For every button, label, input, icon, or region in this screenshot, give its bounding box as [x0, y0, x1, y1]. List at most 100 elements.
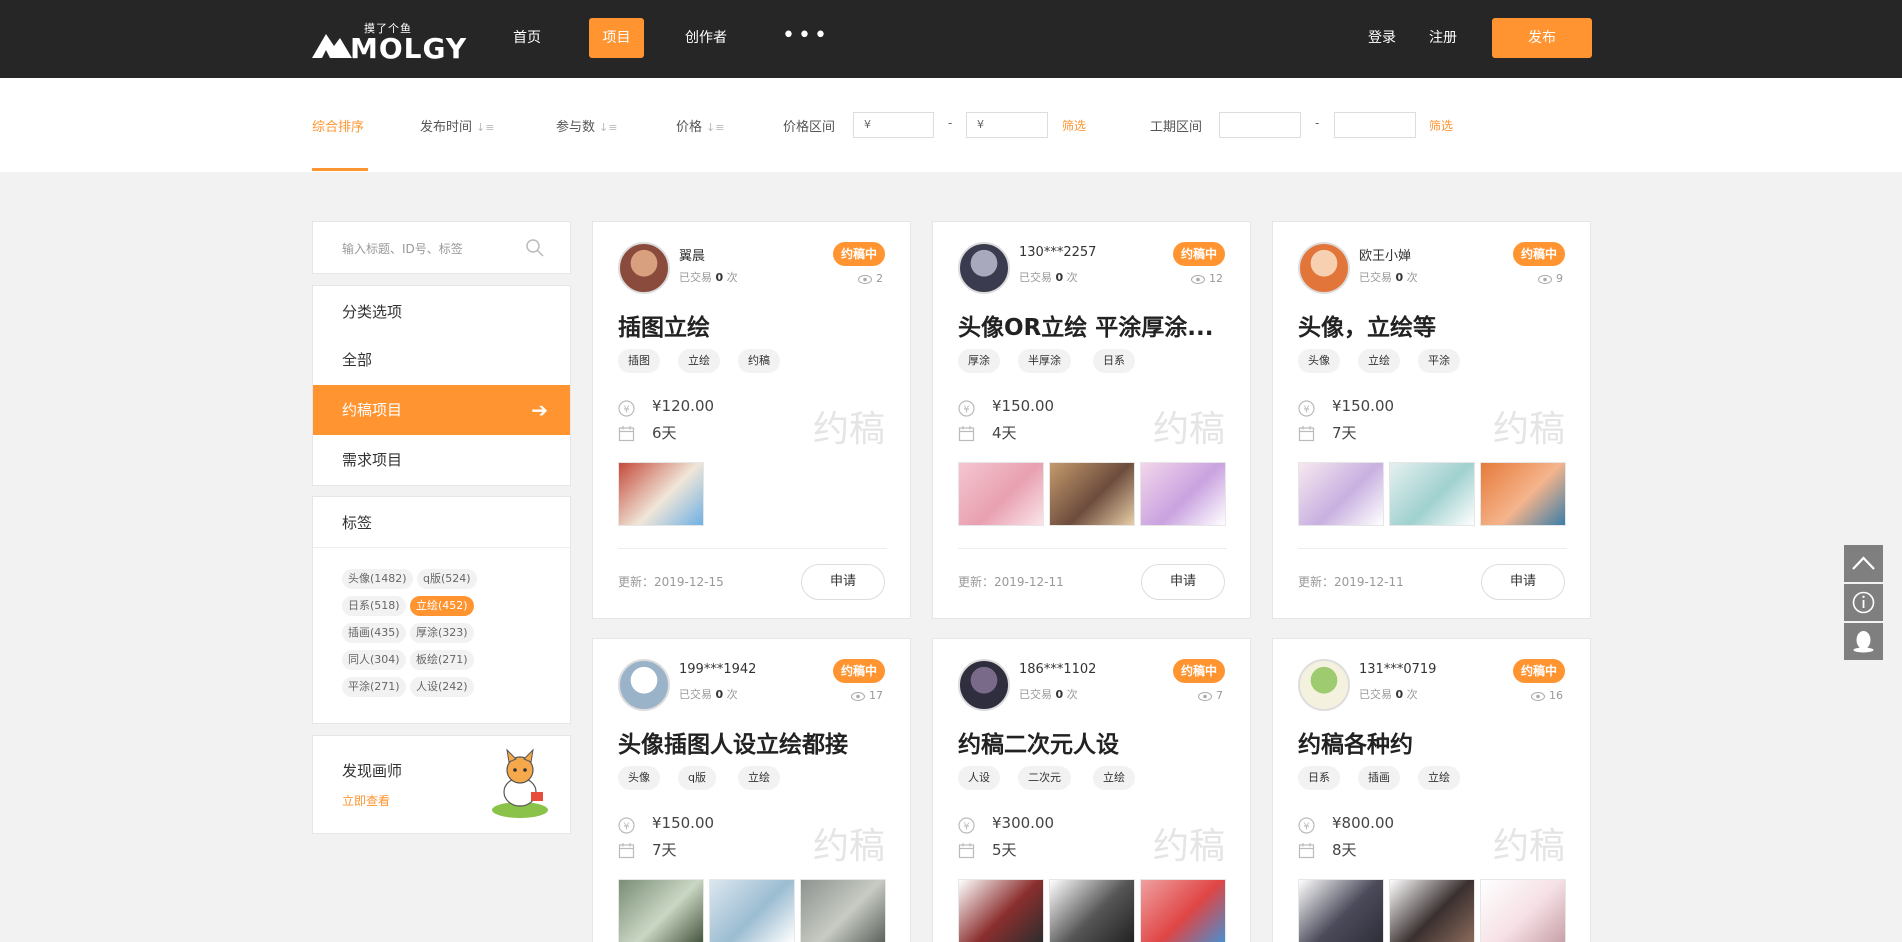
price-min-input[interactable]: ¥	[853, 112, 934, 138]
sample-thumbnail[interactable]	[958, 879, 1044, 942]
project-title[interactable]: 头像OR立绘 平涂厚涂...	[958, 308, 1228, 342]
duration-filter-button[interactable]: 筛选	[1429, 117, 1453, 134]
more-menu-icon[interactable]: •••	[782, 18, 830, 58]
project-card[interactable]: 199***1942 已交易 0 次 约稿中 17 头像插图人设立绘都接 头像 q版 立绘 ¥ ¥…	[592, 638, 911, 942]
project-tag[interactable]: 半厚涂	[1018, 349, 1071, 373]
project-tag[interactable]: 立绘	[1418, 766, 1460, 790]
nav-creators[interactable]: 创作者	[684, 18, 728, 58]
avatar[interactable]	[1298, 242, 1350, 294]
sample-thumbnail[interactable]	[1140, 462, 1226, 526]
sample-thumbnail[interactable]	[618, 462, 704, 526]
project-title[interactable]: 头像插图人设立绘都接	[618, 725, 888, 759]
back-to-top-button[interactable]	[1844, 545, 1883, 582]
username[interactable]: 翼晨	[679, 245, 705, 264]
sample-thumbnail[interactable]	[1480, 462, 1566, 526]
tag-filter[interactable]: 同人(304)	[342, 650, 406, 670]
project-card[interactable]: 131***0719 已交易 0 次 约稿中 16 约稿各种约 日系 插画 立绘 ¥ ¥800.0…	[1272, 638, 1591, 942]
sort-by-price[interactable]: 价格 ↓≡	[676, 116, 724, 135]
project-title[interactable]: 头像，立绘等	[1298, 308, 1568, 342]
apply-button[interactable]: 申请	[1481, 564, 1565, 600]
sample-thumbnail[interactable]	[1298, 879, 1384, 942]
username[interactable]: 199***1942	[679, 662, 756, 677]
project-tag[interactable]: 插图	[618, 349, 660, 373]
apply-button[interactable]: 申请	[1141, 564, 1225, 600]
category-all[interactable]: 全部	[313, 335, 570, 385]
avatar[interactable]	[1298, 659, 1350, 711]
sample-thumbnail[interactable]	[1049, 462, 1135, 526]
price-max-input[interactable]: ¥	[966, 112, 1048, 138]
sample-thumbnail[interactable]	[1480, 879, 1566, 942]
search-box[interactable]: 输入标题、ID号、标签	[312, 221, 571, 274]
price-filter-button[interactable]: 筛选	[1062, 117, 1086, 134]
project-tag[interactable]: 插画	[1358, 766, 1400, 790]
search-input[interactable]: 输入标题、ID号、标签	[342, 240, 463, 257]
discover-link[interactable]: 立即查看	[342, 792, 390, 809]
category-request[interactable]: 需求项目	[313, 435, 570, 485]
project-tag[interactable]: 日系	[1298, 766, 1340, 790]
project-tag[interactable]: 立绘	[678, 349, 720, 373]
project-title[interactable]: 约稿各种约	[1298, 725, 1568, 759]
publish-button[interactable]: 发布	[1492, 18, 1592, 58]
project-card[interactable]: 欧王小婵 已交易 0 次 约稿中 9 头像，立绘等 头像 立绘 平涂 ¥ ¥150.00 7天 约稿更…	[1272, 221, 1591, 619]
discover-artists-panel[interactable]: 发现画师 立即查看	[312, 735, 571, 834]
sort-by-time[interactable]: 发布时间 ↓≡	[420, 116, 494, 135]
project-title[interactable]: 约稿二次元人设	[958, 725, 1228, 759]
sample-thumbnail[interactable]	[958, 462, 1044, 526]
login-link[interactable]: 登录	[1366, 18, 1398, 58]
project-tag[interactable]: 立绘	[738, 766, 780, 790]
sample-thumbnail[interactable]	[618, 879, 704, 942]
avatar[interactable]	[958, 659, 1010, 711]
sample-thumbnail[interactable]	[1298, 462, 1384, 526]
nav-projects[interactable]: 项目	[589, 18, 644, 58]
project-tag[interactable]: 平涂	[1418, 349, 1460, 373]
tag-filter[interactable]: 日系(518)	[342, 596, 406, 616]
sample-thumbnail[interactable]	[1389, 879, 1475, 942]
sample-thumbnail[interactable]	[709, 879, 795, 942]
search-icon[interactable]	[525, 238, 545, 258]
sample-thumbnail[interactable]	[1049, 879, 1135, 942]
project-card[interactable]: 翼晨 已交易 0 次约稿中 2 插图立绘 插图 立绘 约稿 ¥ ¥120.00 6天 约稿 更新：20…	[592, 221, 911, 619]
project-tag[interactable]: 头像	[1298, 349, 1340, 373]
project-tag[interactable]: 厚涂	[958, 349, 1000, 373]
tag-filter[interactable]: 头像(1482)	[342, 569, 413, 589]
tag-filter[interactable]: 人设(242)	[410, 677, 474, 697]
category-commission[interactable]: 约稿项目 ➔	[313, 385, 570, 435]
register-link[interactable]: 注册	[1427, 18, 1459, 58]
tag-filter[interactable]: 平涂(271)	[342, 677, 406, 697]
project-tag[interactable]: 人设	[958, 766, 1000, 790]
tag-filter[interactable]: 板绘(271)	[410, 650, 474, 670]
qq-contact-button[interactable]	[1844, 623, 1883, 660]
sample-thumbnail[interactable]	[1140, 879, 1226, 942]
project-tag[interactable]: 日系	[1093, 349, 1135, 373]
sample-thumbnail[interactable]	[800, 879, 886, 942]
project-card[interactable]: 186***1102 已交易 0 次 约稿中 7 约稿二次元人设 人设 二次元 立绘 ¥ ¥300…	[932, 638, 1251, 942]
sample-thumbnail[interactable]	[1389, 462, 1475, 526]
avatar[interactable]	[618, 242, 670, 294]
site-logo[interactable]: 摸了个鱼 MOLGY	[312, 20, 466, 65]
duration-min-input[interactable]	[1219, 112, 1301, 138]
tag-filter[interactable]: 厚涂(323)	[410, 623, 474, 643]
nav-home[interactable]: 首页	[508, 18, 546, 58]
project-tag[interactable]: q版	[678, 766, 716, 790]
username[interactable]: 131***0719	[1359, 662, 1436, 677]
username[interactable]: 130***2257	[1019, 245, 1096, 260]
sort-composite[interactable]: 综合排序	[312, 116, 364, 135]
sort-by-participants[interactable]: 参与数 ↓≡	[556, 116, 617, 135]
avatar[interactable]	[958, 242, 1010, 294]
username[interactable]: 186***1102	[1019, 662, 1096, 677]
project-tag[interactable]: 头像	[618, 766, 660, 790]
project-card[interactable]: 130***2257 已交易 0 次 约稿中 12 头像OR立绘 平涂厚涂... 厚涂 半厚…	[932, 221, 1251, 619]
tag-filter[interactable]: q版(524)	[417, 569, 477, 589]
avatar[interactable]	[618, 659, 670, 711]
apply-button[interactable]: 申请	[801, 564, 885, 600]
project-tag[interactable]: 立绘	[1358, 349, 1400, 373]
project-tag[interactable]: 约稿	[738, 349, 780, 373]
username[interactable]: 欧王小婵	[1359, 245, 1411, 264]
info-button[interactable]	[1844, 584, 1883, 621]
tag-filter-selected[interactable]: 立绘(452)	[410, 596, 474, 616]
project-tag[interactable]: 立绘	[1093, 766, 1135, 790]
duration-max-input[interactable]	[1334, 112, 1416, 138]
tag-filter[interactable]: 插画(435)	[342, 623, 406, 643]
project-tag[interactable]: 二次元	[1018, 766, 1071, 790]
project-title[interactable]: 插图立绘	[618, 308, 888, 342]
